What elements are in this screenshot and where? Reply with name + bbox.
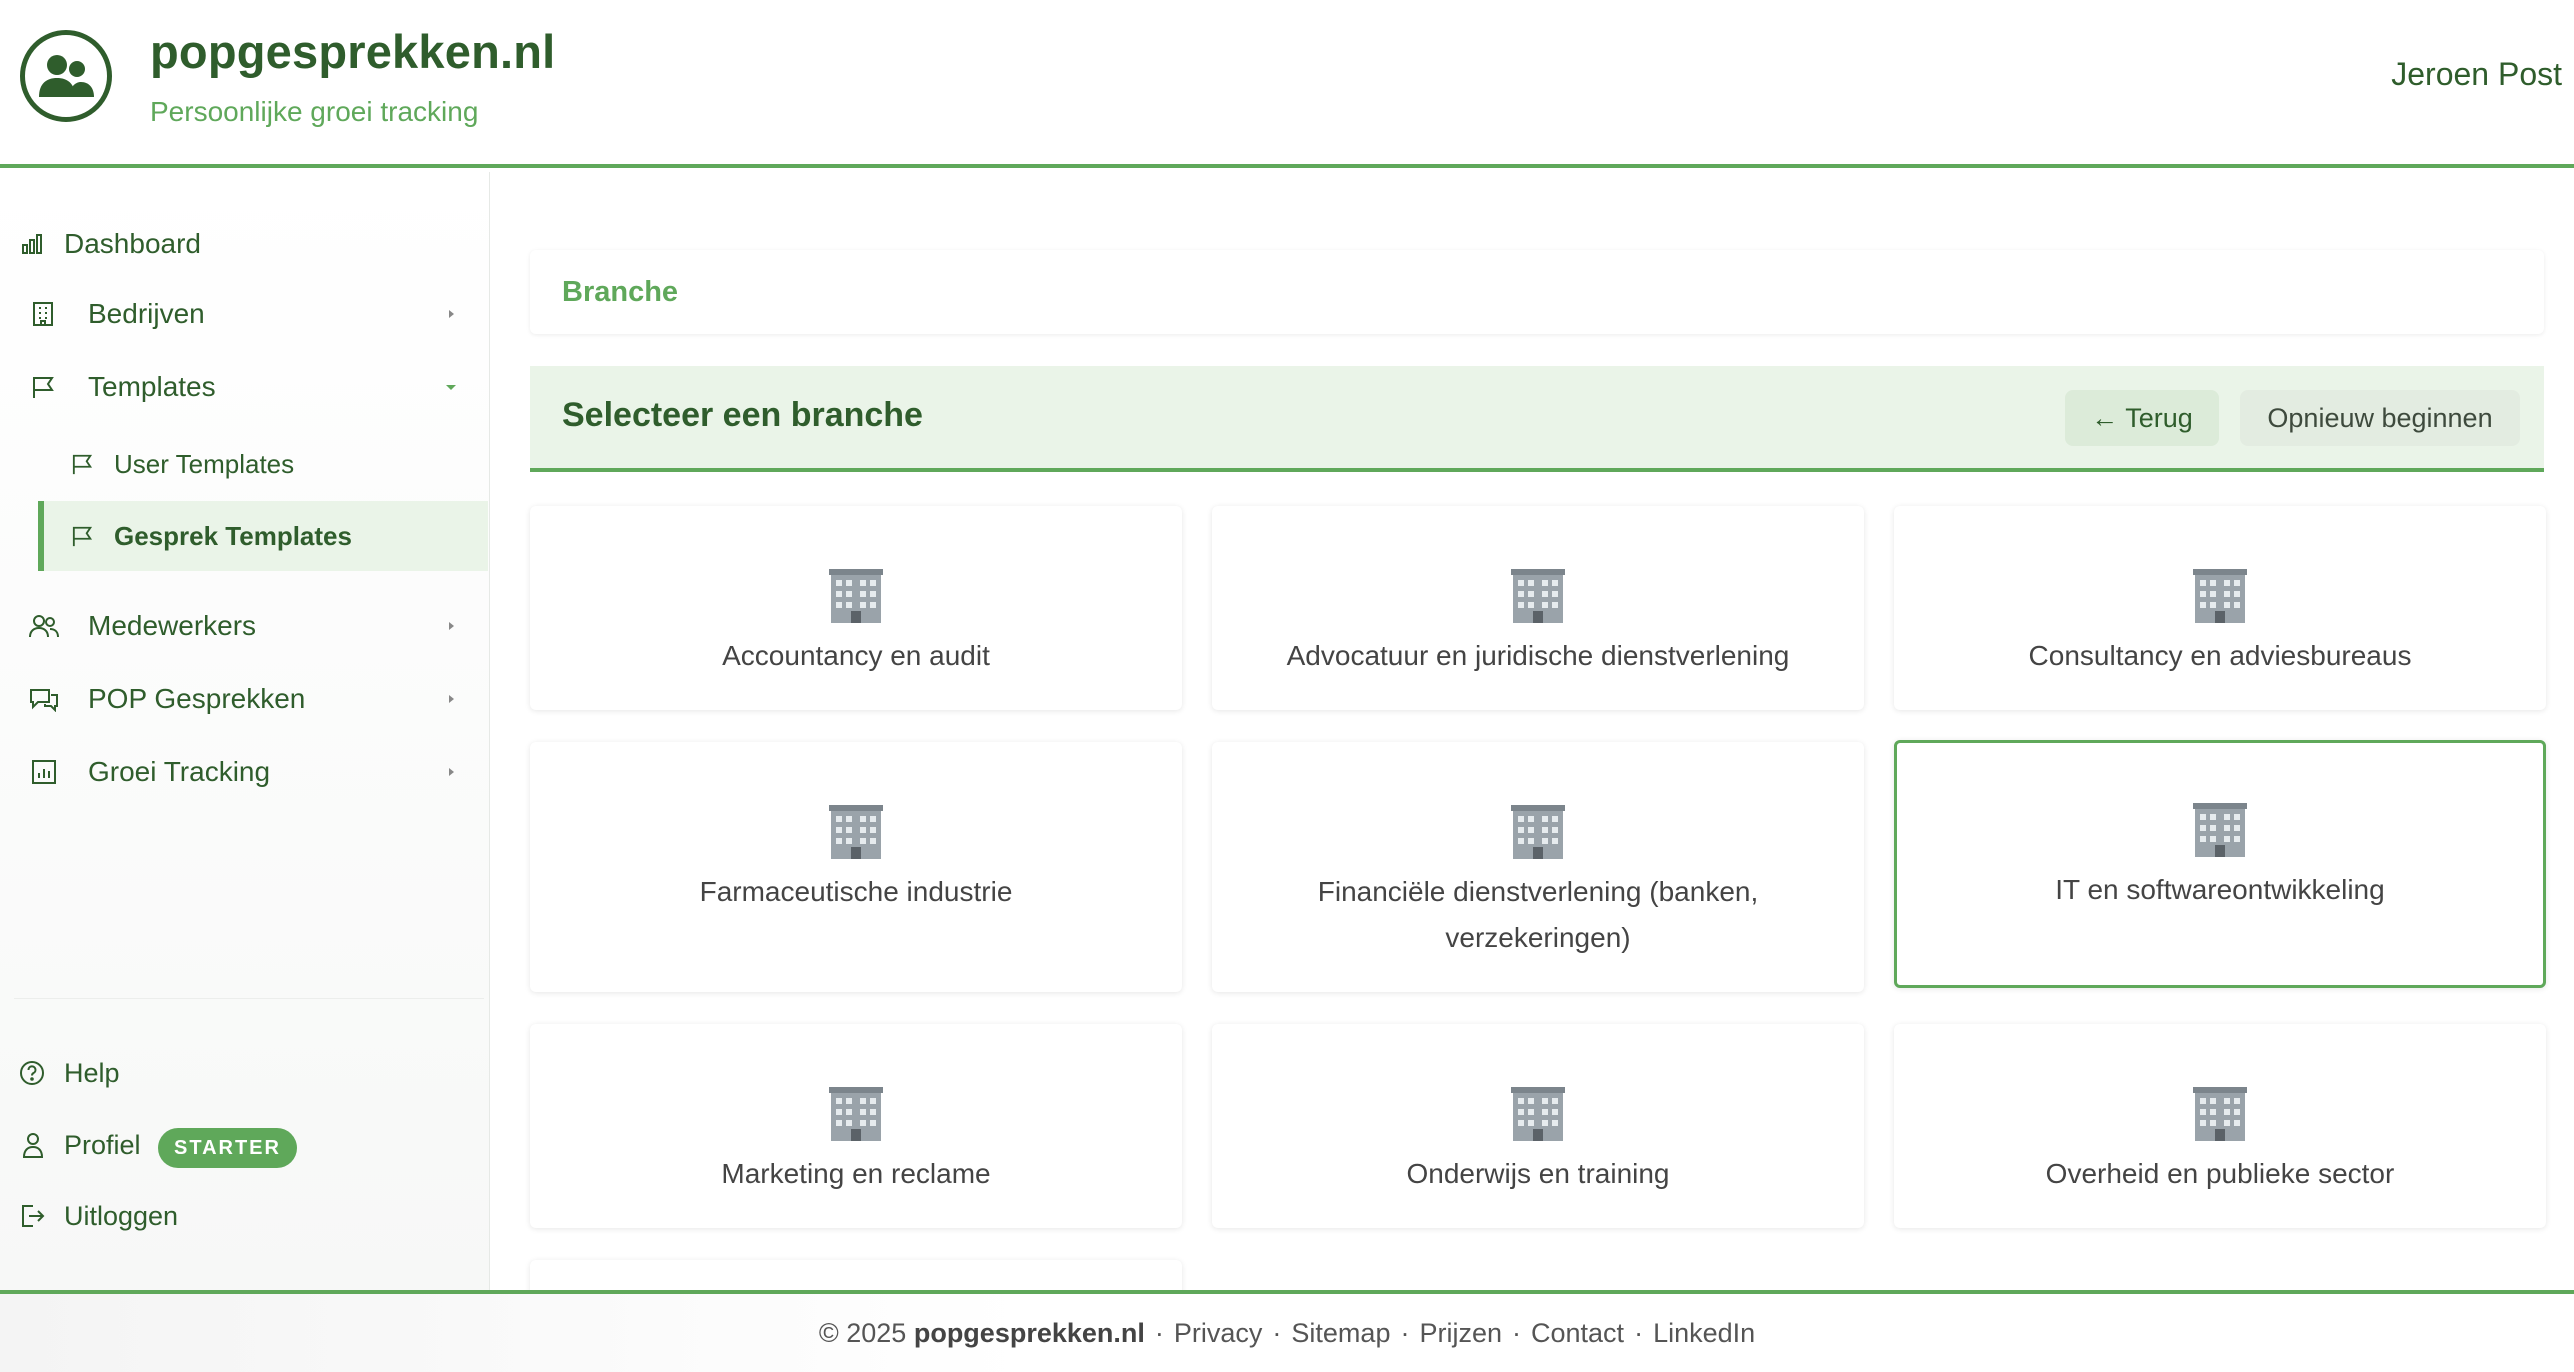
- office-building-icon: [2193, 1087, 2247, 1141]
- step-header: Selecteer een branche ← Terug Opnieuw be…: [530, 366, 2544, 472]
- sidebar-item-pop-gesprekken[interactable]: POP Gesprekken: [0, 666, 488, 732]
- footer-link-privacy[interactable]: Privacy: [1174, 1318, 1263, 1349]
- sidebar-item-label: Help: [64, 1057, 120, 1088]
- logout-icon: [18, 1202, 46, 1230]
- step-title: Selecteer een branche: [562, 396, 923, 434]
- office-building-icon: [1511, 805, 1565, 859]
- sidebar-item-bedrijven[interactable]: Bedrijven: [0, 281, 488, 347]
- footer-separator: ·: [1634, 1317, 1644, 1348]
- chevron-right-icon: [449, 622, 454, 630]
- sidebar-item-label: Groei Tracking: [88, 756, 271, 787]
- footer-separator: ·: [1512, 1317, 1521, 1348]
- flag-icon: [30, 373, 58, 401]
- sidebar-item-user-templates[interactable]: User Templates: [0, 431, 488, 497]
- sidebar-item-label: Uitloggen: [64, 1200, 179, 1231]
- branch-name: Accountancy en audit: [722, 640, 990, 671]
- breadcrumb-item-branche[interactable]: Branche: [562, 276, 678, 309]
- office-building-icon: [2193, 803, 2247, 857]
- app-header: popgesprekken.nl Persoonlijke groei trac…: [0, 0, 2574, 168]
- branch-card-advocatuur[interactable]: Advocatuur en juridische dienstverlening: [1212, 506, 1864, 710]
- user-name[interactable]: Jeroen Post: [2391, 56, 2562, 93]
- branch-card-marketing[interactable]: Marketing en reclame: [530, 1024, 1182, 1228]
- footer-link-contact[interactable]: Contact: [1531, 1318, 1624, 1349]
- building-icon: [30, 300, 56, 328]
- footer-copyright: © 2025: [818, 1317, 907, 1348]
- chevron-down-icon: [446, 385, 456, 390]
- footer-brand[interactable]: popgesprekken.nl: [914, 1318, 1145, 1349]
- flag-icon: [70, 452, 96, 476]
- office-building-icon: [829, 1087, 883, 1141]
- branch-name: Advocatuur en juridische dienstverlening: [1286, 640, 1790, 671]
- users-icon: [28, 612, 60, 640]
- branch-card-farmaceutisch[interactable]: Farmaceutische industrie: [530, 742, 1182, 992]
- sidebar-item-label: User Templates: [114, 448, 295, 479]
- footer-separator: ·: [1154, 1317, 1164, 1348]
- footer-separator: ·: [1272, 1317, 1282, 1348]
- office-building-icon: [829, 569, 883, 623]
- restart-button[interactable]: Opnieuw beginnen: [2240, 390, 2520, 446]
- sidebar-item-templates[interactable]: Templates: [0, 354, 488, 420]
- branch-card-it-software[interactable]: IT en softwareontwikkeling: [1894, 740, 2546, 988]
- chat-icon: [28, 685, 60, 713]
- sidebar-item-help[interactable]: Help: [0, 1040, 488, 1106]
- branch-card-onderwijs[interactable]: Onderwijs en training: [1212, 1024, 1864, 1228]
- bar-chart-icon: [20, 231, 46, 257]
- user-icon: [20, 1131, 46, 1159]
- sidebar-item-label: Medewerkers: [88, 610, 257, 641]
- branch-card-financieel[interactable]: Financiële dienstverlening (banken, verz…: [1212, 742, 1864, 992]
- office-building-icon: [829, 805, 883, 859]
- sidebar-item-gesprek-templates[interactable]: Gesprek Templates: [38, 501, 488, 571]
- branch-name: Onderwijs en training: [1406, 1158, 1670, 1189]
- back-button[interactable]: ← Terug: [2065, 390, 2219, 446]
- sidebar-item-label: Bedrijven: [88, 298, 205, 329]
- branch-name: Farmaceutische industrie: [699, 876, 1013, 907]
- sidebar-item-dashboard[interactable]: Dashboard: [0, 211, 488, 277]
- sidebar-item-label: Templates: [88, 371, 216, 402]
- sidebar-item-uitloggen[interactable]: Uitloggen: [0, 1183, 488, 1249]
- office-building-icon: [2193, 569, 2247, 623]
- branch-name: IT en softwareontwikkeling: [2055, 874, 2385, 905]
- footer-link-sitemap[interactable]: Sitemap: [1291, 1318, 1390, 1349]
- chart-icon: [30, 758, 58, 786]
- sidebar-item-label: Profiel: [64, 1129, 141, 1160]
- breadcrumb: Branche: [530, 250, 2544, 334]
- branch-name: Financiële dienstverlening (banken, verz…: [1317, 876, 1759, 953]
- branch-name: Marketing en reclame: [721, 1158, 991, 1189]
- flag-icon: [70, 524, 96, 548]
- footer-link-prijzen[interactable]: Prijzen: [1419, 1318, 1502, 1349]
- brand-title[interactable]: popgesprekken.nl: [150, 24, 555, 79]
- sidebar: Dashboard Bedrijven Templates User Templ…: [0, 172, 490, 1290]
- branch-name: Overheid en publieke sector: [2045, 1158, 2395, 1189]
- chevron-right-icon: [449, 310, 454, 318]
- branch-card-accountancy[interactable]: Accountancy en audit: [530, 506, 1182, 710]
- branch-card-overheid[interactable]: Overheid en publieke sector: [1894, 1024, 2546, 1228]
- sidebar-item-label: POP Gesprekken: [88, 683, 306, 714]
- sidebar-item-medewerkers[interactable]: Medewerkers: [0, 593, 488, 659]
- sidebar-divider: [14, 998, 484, 999]
- chevron-right-icon: [449, 695, 454, 703]
- branch-name: Consultancy en adviesbureaus: [2028, 640, 2412, 671]
- branch-card-consultancy[interactable]: Consultancy en adviesbureaus: [1894, 506, 2546, 710]
- sidebar-item-label: Gesprek Templates: [114, 520, 352, 551]
- office-building-icon: [1511, 569, 1565, 623]
- brand-subtitle: Persoonlijke groei tracking: [150, 96, 479, 127]
- sidebar-item-label: Dashboard: [64, 228, 201, 259]
- plan-badge: STARTER: [158, 1128, 297, 1168]
- footer-link-linkedin[interactable]: LinkedIn: [1653, 1318, 1755, 1349]
- chevron-right-icon: [449, 768, 454, 776]
- sidebar-item-groei-tracking[interactable]: Groei Tracking: [0, 739, 488, 805]
- office-building-icon: [1511, 1087, 1565, 1141]
- footer-separator: ·: [1400, 1317, 1410, 1348]
- logo-users-icon[interactable]: [20, 30, 112, 122]
- footer: © 2025 popgesprekken.nl · Privacy · Site…: [0, 1290, 2574, 1372]
- help-icon: [18, 1059, 46, 1087]
